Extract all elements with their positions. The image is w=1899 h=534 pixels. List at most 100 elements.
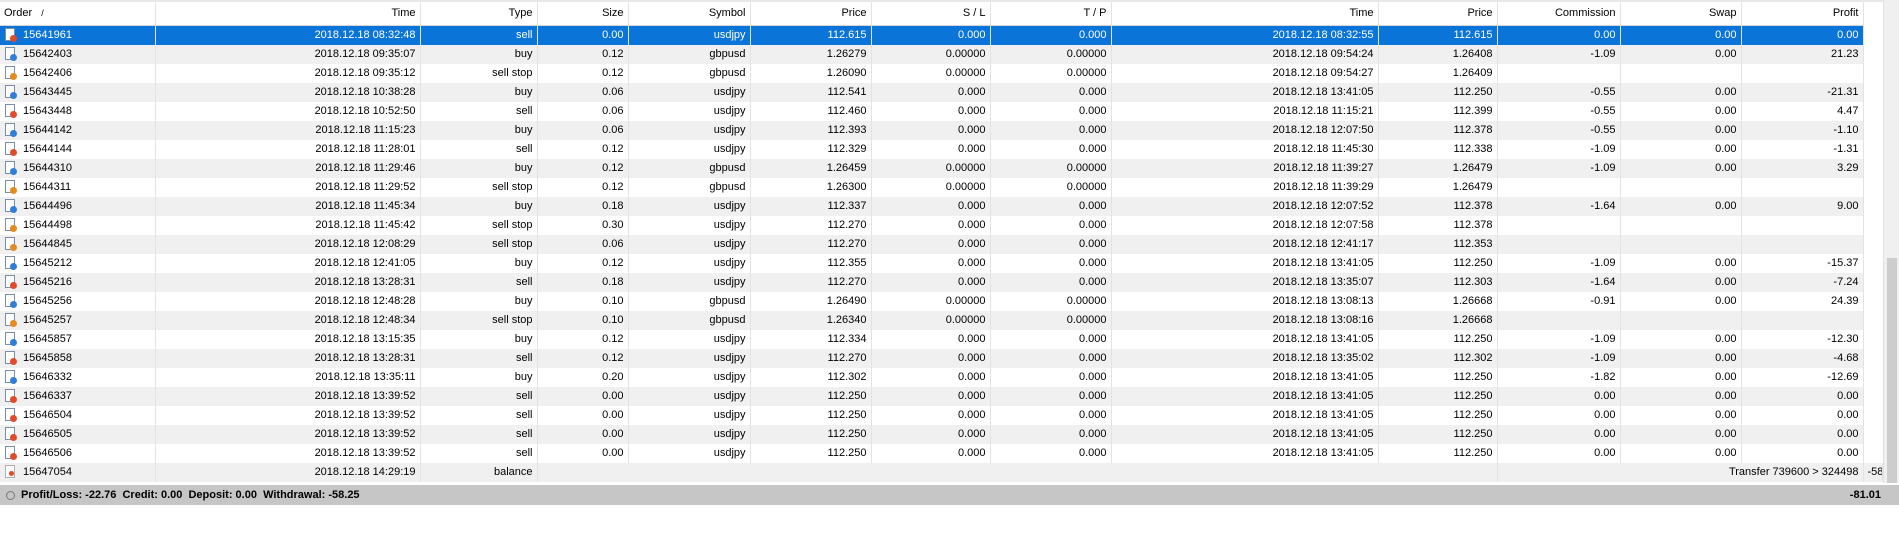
commission-cell: 0.00	[1497, 406, 1621, 425]
order-id: 15644310	[23, 162, 72, 174]
table-row[interactable]: 15646505 2018.12.18 13:39:52 sell 0.00 usdjp…	[0, 425, 1883, 444]
symbol-cell: gbpusd	[628, 45, 751, 64]
type-cell: buy	[420, 330, 538, 349]
profit-cell: 24.39	[1741, 292, 1864, 311]
order-cell: 15644311	[0, 178, 156, 197]
col-price[interactable]: Price	[750, 2, 872, 26]
table-row[interactable]: 15644142 2018.12.18 11:15:23 buy 0.06 usdjpy…	[0, 121, 1883, 140]
tp-cell: 0.000	[990, 25, 1112, 45]
size-cell: 0.12	[537, 140, 629, 159]
symbol-cell: usdjpy	[628, 197, 751, 216]
order-cell: 15645256	[0, 292, 156, 311]
col-tp[interactable]: T / P	[990, 2, 1112, 26]
col-profit[interactable]: Profit	[1741, 2, 1864, 26]
pending-order-icon	[4, 313, 17, 328]
col-swap[interactable]: Swap	[1620, 2, 1742, 26]
col-close-time[interactable]: Time	[1111, 2, 1379, 26]
time-cell: 2018.12.18 12:08:29	[155, 235, 421, 254]
col-type[interactable]: Type	[420, 2, 538, 26]
swap-cell: 0.00	[1620, 45, 1742, 64]
close-time-cell: 2018.12.18 13:41:05	[1111, 387, 1379, 406]
price-cell: 112.250	[750, 425, 872, 444]
table-row[interactable]: 15642406 2018.12.18 09:35:12 sell stop 0.12…	[0, 64, 1883, 83]
col-order[interactable]: Order /	[0, 2, 156, 26]
buy-icon	[4, 161, 17, 176]
time-cell: 2018.12.18 11:45:34	[155, 197, 421, 216]
price-cell: 1.26300	[750, 178, 872, 197]
col-symbol[interactable]: Symbol	[628, 2, 751, 26]
scrollbar-thumb[interactable]	[1887, 258, 1897, 483]
table-row[interactable]: 15644498 2018.12.18 11:45:42 sell stop 0.30…	[0, 216, 1883, 235]
table-row[interactable]: 15645216 2018.12.18 13:28:31 sell 0.18 usdjp…	[0, 273, 1883, 292]
table-row[interactable]: 15646337 2018.12.18 13:39:52 sell 0.00 usdjp…	[0, 387, 1883, 406]
symbol-cell: usdjpy	[628, 216, 751, 235]
table-row[interactable]: 15646504 2018.12.18 13:39:52 sell 0.00 usdjp…	[0, 406, 1883, 425]
col-commission[interactable]: Commission	[1497, 2, 1621, 26]
type-cell: sell stop	[420, 235, 538, 254]
comment-cell: Transfer 739600 > 324498	[1497, 463, 1864, 482]
vertical-scrollbar[interactable]	[1883, 0, 1899, 483]
table-row[interactable]: 15645212 2018.12.18 12:41:05 buy 0.12 usdjpy…	[0, 254, 1883, 273]
commission-cell: -1.09	[1497, 254, 1621, 273]
close-time-cell: 2018.12.18 11:39:27	[1111, 159, 1379, 178]
table-row[interactable]: 15643448 2018.12.18 10:52:50 sell 0.06 usdjp…	[0, 102, 1883, 121]
sl-cell: 0.00000	[871, 292, 991, 311]
table-row[interactable]: 15644144 2018.12.18 11:28:01 sell 0.12 usdjp…	[0, 140, 1883, 159]
price-cell: 112.329	[750, 140, 872, 159]
sl-cell: 0.00000	[871, 159, 991, 178]
commission-cell	[1497, 235, 1621, 254]
table-row[interactable]: 15644845 2018.12.18 12:08:29 sell stop 0.06…	[0, 235, 1883, 254]
table-row[interactable]: 15645857 2018.12.18 13:15:35 buy 0.12 usdjpy…	[0, 330, 1883, 349]
table-row[interactable]: 15646506 2018.12.18 13:39:52 sell 0.00 usdjp…	[0, 444, 1883, 463]
commission-cell: -0.55	[1497, 102, 1621, 121]
order-cell: 15642403	[0, 45, 156, 64]
close-time-cell: 2018.12.18 13:41:05	[1111, 444, 1379, 463]
buy-icon	[4, 332, 17, 347]
col-time[interactable]: Time	[155, 2, 421, 26]
balance-row[interactable]: 15647054 2018.12.18 14:29:19 balance Transf…	[0, 463, 1883, 482]
close-price-cell: 1.26479	[1378, 178, 1498, 197]
table-row[interactable]: 15645257 2018.12.18 12:48:34 sell stop 0.10…	[0, 311, 1883, 330]
table-row[interactable]: 15643445 2018.12.18 10:38:28 buy 0.06 usdjpy…	[0, 83, 1883, 102]
sell-icon	[4, 446, 17, 461]
buy-icon	[4, 123, 17, 138]
col-size[interactable]: Size	[537, 2, 629, 26]
table-row[interactable]: 15646332 2018.12.18 13:35:11 buy 0.20 usdjpy…	[0, 368, 1883, 387]
table-row[interactable]: 15644496 2018.12.18 11:45:34 buy 0.18 usdjpy…	[0, 197, 1883, 216]
time-cell: 2018.12.18 11:28:01	[155, 140, 421, 159]
table-row[interactable]: 15645858 2018.12.18 13:28:31 sell 0.12 usdjp…	[0, 349, 1883, 368]
close-price-cell: 112.378	[1378, 197, 1498, 216]
order-cell: 15644310	[0, 159, 156, 178]
commission-cell: -1.64	[1497, 197, 1621, 216]
tp-cell: 0.00000	[990, 311, 1112, 330]
table-row[interactable]: 15645256 2018.12.18 12:48:28 buy 0.10 gbpusd…	[0, 292, 1883, 311]
price-cell: 112.270	[750, 216, 872, 235]
sl-cell: 0.000	[871, 25, 991, 45]
symbol-cell: gbpusd	[628, 178, 751, 197]
type-cell: sell	[420, 140, 538, 159]
close-price-cell: 112.399	[1378, 102, 1498, 121]
col-close-price[interactable]: Price	[1378, 2, 1498, 26]
buy-icon	[4, 85, 17, 100]
swap-cell	[1620, 178, 1742, 197]
table-row[interactable]: 15644311 2018.12.18 11:29:52 sell stop 0.12…	[0, 178, 1883, 197]
table-row[interactable]: 15641961 2018.12.18 08:32:48 sell 0.00 usdjp…	[0, 25, 1883, 45]
symbol-cell: usdjpy	[628, 254, 751, 273]
tp-cell: 0.00000	[990, 292, 1112, 311]
table-row[interactable]: 15642403 2018.12.18 09:35:07 buy 0.12 gbpusd…	[0, 45, 1883, 64]
col-sl[interactable]: S / L	[871, 2, 991, 26]
profit-cell: 3.29	[1741, 159, 1864, 178]
tp-cell: 0.000	[990, 406, 1112, 425]
swap-cell: 0.00	[1620, 254, 1742, 273]
close-time-cell: 2018.12.18 12:07:52	[1111, 197, 1379, 216]
table-row[interactable]: 15644310 2018.12.18 11:29:46 buy 0.12 gbpusd…	[0, 159, 1883, 178]
profit-cell: 9.00	[1741, 197, 1864, 216]
type-cell: sell stop	[420, 178, 538, 197]
time-cell: 2018.12.18 12:48:28	[155, 292, 421, 311]
close-time-cell: 2018.12.18 08:32:55	[1111, 25, 1379, 45]
tp-cell: 0.000	[990, 349, 1112, 368]
close-price-cell: 112.615	[1378, 25, 1498, 45]
profit-cell: 0.00	[1741, 25, 1864, 45]
swap-cell: 0.00	[1620, 425, 1742, 444]
profit-cell: -12.69	[1741, 368, 1864, 387]
